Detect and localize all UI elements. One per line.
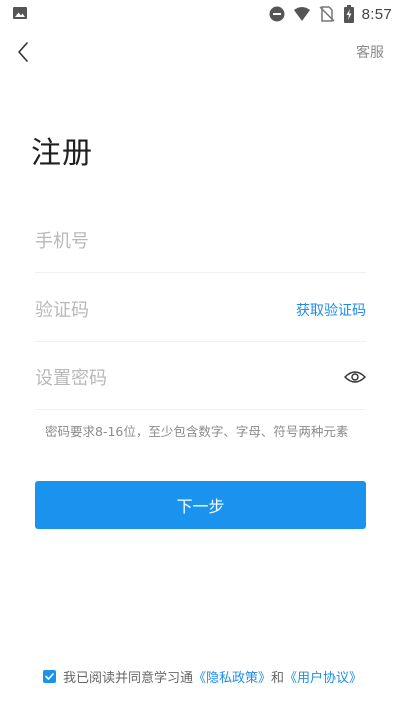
chevron-left-icon — [18, 42, 28, 62]
agreement-text: 我已阅读并同意学习通 — [63, 671, 194, 686]
eye-icon[interactable] — [344, 369, 366, 383]
next-step-button[interactable]: 下一步 — [35, 481, 366, 529]
dnd-icon — [268, 5, 286, 23]
battery-charging-icon — [343, 5, 355, 23]
code-placeholder: 验证码 — [35, 300, 89, 321]
image-icon — [12, 5, 28, 21]
wifi-icon — [293, 5, 311, 23]
back-button[interactable] — [10, 38, 38, 66]
password-hint: 密码要求8-16位，至少包含数字、字母、符号两种元素 — [45, 424, 349, 439]
checkmark-icon — [45, 673, 54, 680]
phone-placeholder: 手机号 — [35, 231, 89, 252]
user-agreement-link[interactable]: 《用户协议》 — [284, 667, 362, 686]
password-field[interactable]: 设置密码 — [35, 342, 366, 410]
get-code-button[interactable]: 获取验证码 — [296, 300, 366, 320]
privacy-policy-link[interactable]: 《隐私政策》 — [193, 667, 271, 686]
page-title: 注册 — [31, 136, 93, 171]
password-placeholder: 设置密码 — [35, 368, 107, 389]
no-sim-icon — [318, 5, 336, 23]
status-icons: 8:57 — [268, 3, 392, 25]
phone-field[interactable]: 手机号 — [35, 205, 366, 273]
customer-service-button[interactable]: 客服 — [356, 42, 384, 62]
verification-code-field[interactable]: 验证码 获取验证码 — [35, 274, 366, 342]
status-bar: 8:57 — [0, 0, 400, 28]
status-time: 8:57 — [361, 5, 392, 23]
agreement-checkbox[interactable] — [43, 670, 56, 683]
agreement-and: 和 — [271, 671, 285, 686]
agreement-row: 我已阅读并同意学习通 《隐私政策》 和 《用户协议》 — [43, 667, 362, 686]
